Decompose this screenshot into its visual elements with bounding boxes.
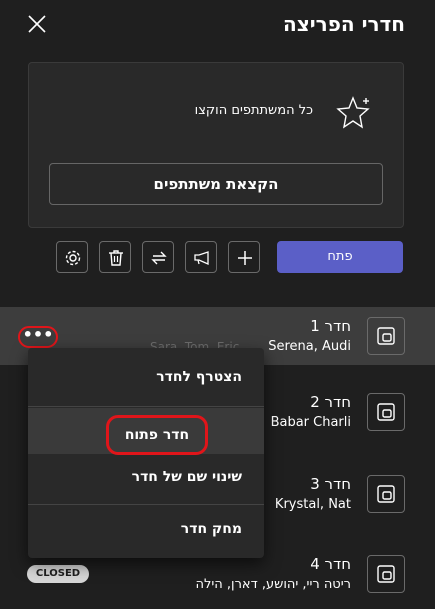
room-icon (367, 393, 405, 431)
close-icon (28, 15, 46, 33)
announcement-button[interactable] (185, 241, 217, 273)
recreate-rooms-button[interactable] (142, 241, 174, 273)
assigned-status: כל המשתתפים הוקצו (43, 93, 373, 133)
room-name: חדר 2 (310, 393, 351, 411)
menu-divider (28, 406, 264, 407)
room-members: Babar Charli (270, 415, 351, 430)
room-members: ריטה ריי, יהושע, דארן, הילה (195, 577, 352, 592)
room-icon (367, 475, 405, 513)
room-name: חדר 1 (310, 317, 351, 335)
assigned-status-text: כל המשתתפים הוקצו (194, 103, 313, 118)
menu-item-join-room[interactable]: הצטרף לחדר (28, 354, 264, 400)
close-button[interactable] (26, 13, 48, 35)
add-room-button[interactable] (228, 241, 260, 273)
header: חדרי הפריצה (0, 0, 435, 52)
plus-icon (238, 251, 252, 265)
more-options-button[interactable]: ••• (18, 326, 58, 348)
trash-icon (109, 250, 123, 266)
swap-arrows-icon (151, 251, 167, 265)
gear-icon (65, 250, 81, 266)
page-title: חדרי הפריצה (282, 12, 405, 36)
room-icon (367, 317, 405, 355)
status-badge: CLOSED (27, 565, 89, 583)
menu-item-open-room-label[interactable]: חדר פתוח (106, 415, 208, 455)
breakout-room-icon (377, 565, 395, 583)
room-members: Serena, Audi (268, 339, 351, 354)
breakout-room-icon (377, 327, 395, 345)
megaphone-icon (194, 251, 209, 266)
menu-item-rename-room[interactable]: שינוי שם של חדר (28, 454, 264, 500)
settings-button[interactable] (56, 241, 88, 273)
room-name: חדר 4 (310, 555, 351, 573)
room-name: חדר 3 (310, 475, 351, 493)
delete-rooms-button[interactable] (99, 241, 131, 273)
breakout-room-icon (377, 485, 395, 503)
sparkle-icon (336, 96, 370, 129)
menu-item-delete-room[interactable]: מחק חדר (28, 506, 264, 552)
open-rooms-button[interactable]: פתח (277, 241, 403, 273)
breakout-room-icon (377, 403, 395, 421)
assign-card: כל המשתתפים הוקצו הקצאת משתתפים (28, 62, 404, 228)
assign-participants-button[interactable]: הקצאת משתתפים (49, 163, 383, 205)
room-members: Krystal, Nat (274, 497, 351, 512)
menu-divider (28, 504, 264, 505)
room-icon (367, 555, 405, 593)
